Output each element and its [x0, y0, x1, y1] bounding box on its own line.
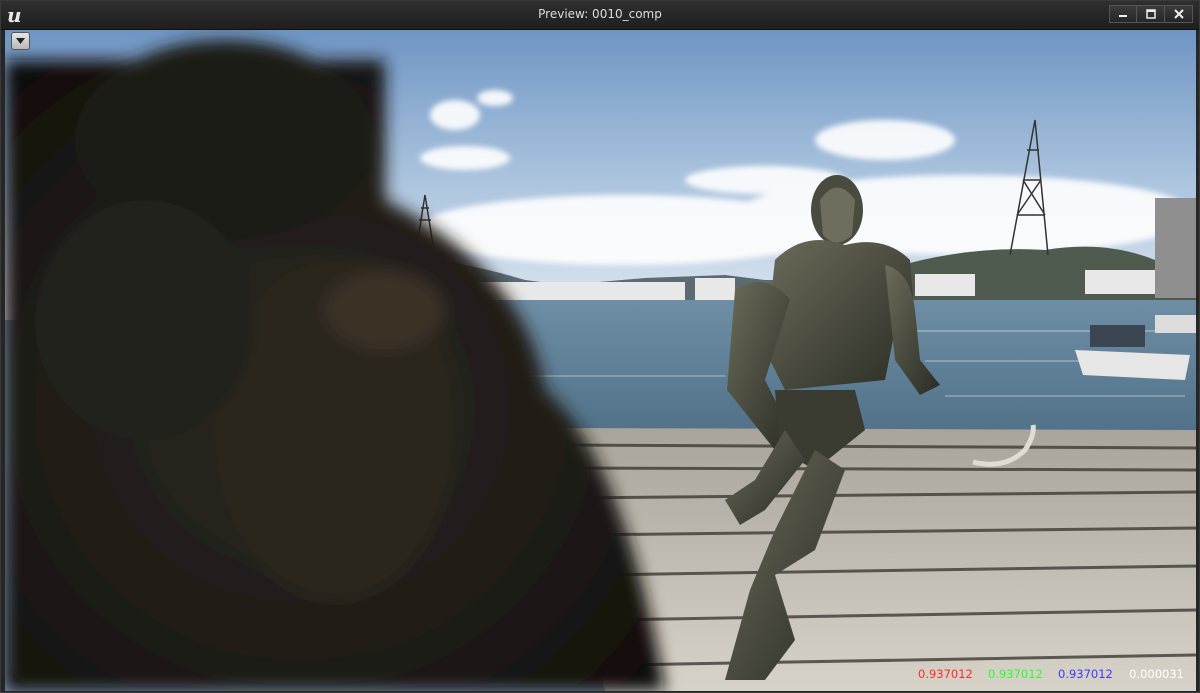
green-channel-value: 0.937012 [988, 667, 1043, 681]
preview-window: u Preview: 0010_comp 0.937012 0.937012 0… [0, 0, 1200, 693]
maximize-button[interactable] [1137, 5, 1165, 23]
minimize-button[interactable] [1109, 5, 1137, 23]
composite-preview-image [5, 30, 1196, 691]
window-controls [1109, 5, 1193, 23]
title-bar[interactable]: u Preview: 0010_comp [1, 1, 1199, 30]
window-title: Preview: 0010_comp [538, 7, 662, 21]
red-channel-value: 0.937012 [918, 667, 973, 681]
blue-channel-value: 0.937012 [1058, 667, 1113, 681]
render-viewport[interactable]: 0.937012 0.937012 0.937012 0.000031 [5, 30, 1196, 691]
pixel-value-readout: 0.937012 0.937012 0.937012 0.000031 [918, 667, 1184, 681]
maximize-icon [1145, 9, 1156, 19]
close-button[interactable] [1165, 5, 1193, 23]
minimize-icon [1119, 15, 1127, 17]
alpha-channel-value: 0.000031 [1129, 667, 1184, 681]
close-icon [1173, 9, 1184, 19]
chevron-down-icon [16, 38, 25, 44]
view-options-button[interactable] [11, 32, 30, 50]
